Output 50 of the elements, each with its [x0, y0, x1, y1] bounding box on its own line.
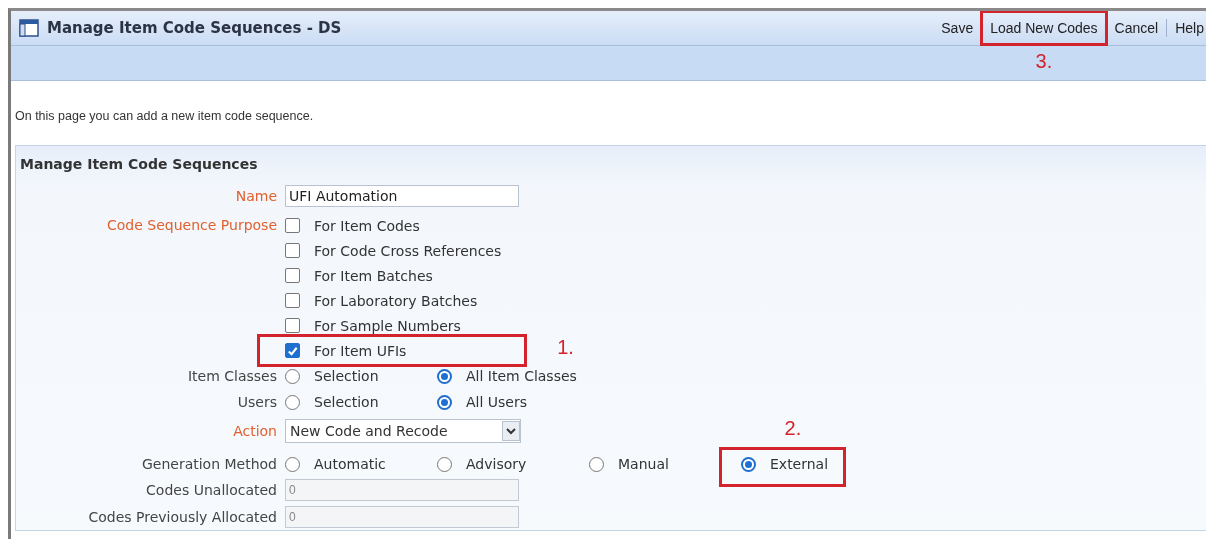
- field-label: Item Classes: [186, 367, 278, 386]
- radio-label: Selection: [314, 368, 379, 384]
- checkbox-label: For Laboratory Batches: [314, 292, 478, 309]
- field-label: Code Sequence Purpose: [106, 216, 278, 235]
- checkbox[interactable]: [285, 243, 300, 258]
- radio-label: Advisory: [466, 456, 527, 472]
- field-label: Generation Method: [140, 455, 278, 474]
- callout-number: 3.: [1035, 50, 1053, 73]
- intro-text: On this page you can add a new item code sequence.: [15, 109, 315, 125]
- radio-button[interactable]: [285, 456, 300, 472]
- checkbox-label: For Item Codes: [314, 217, 420, 234]
- toolbar-link[interactable]: Help: [1167, 18, 1206, 38]
- name-field[interactable]: UFI Automation: [285, 185, 519, 207]
- radio-button[interactable]: [437, 456, 452, 472]
- checkbox[interactable]: [285, 318, 300, 333]
- field-label: Users: [236, 393, 278, 412]
- checkbox[interactable]: [285, 218, 300, 233]
- caret-icon: [502, 421, 520, 441]
- checkbox-label: For Code Cross References: [314, 242, 502, 259]
- radio-button[interactable]: [285, 394, 300, 410]
- radio-button[interactable]: [285, 368, 300, 384]
- checkbox-label: For Item Batches: [314, 267, 433, 284]
- section-title: Manage Item Code Sequences: [20, 156, 259, 172]
- radio-button[interactable]: [589, 456, 604, 472]
- toolbar-link[interactable]: Save: [933, 18, 982, 38]
- checkbox-label: For Item UFIs: [314, 342, 407, 359]
- window-icon: [19, 19, 39, 37]
- field-label: Codes Previously Allocated: [87, 508, 278, 527]
- callout-number: 1.: [557, 336, 574, 359]
- radio-label: External: [770, 456, 829, 472]
- field-label: Codes Unallocated: [145, 481, 278, 500]
- callout-number: 2.: [784, 417, 802, 440]
- field-label: Action: [232, 422, 278, 441]
- radio-label: Automatic: [314, 456, 386, 472]
- checkbox[interactable]: [285, 268, 300, 283]
- checkbox-label: For Sample Numbers: [314, 317, 461, 334]
- window-title: Manage Item Code Sequences - DS: [47, 19, 342, 37]
- toolbar-link[interactable]: Cancel: [1106, 18, 1167, 38]
- radio-label: Manual: [618, 456, 669, 472]
- checkbox[interactable]: [285, 293, 300, 308]
- action-dropdown[interactable]: New Code and Recode: [285, 419, 521, 443]
- checkbox[interactable]: [285, 343, 300, 358]
- field-label: Name: [234, 187, 278, 206]
- radio-label: All Item Classes: [466, 368, 577, 384]
- radio-button[interactable]: [437, 368, 452, 384]
- toolbar-link[interactable]: Load New Codes: [982, 18, 1106, 38]
- radio-button[interactable]: [741, 456, 756, 472]
- radio-label: Selection: [314, 394, 379, 410]
- radio-button[interactable]: [437, 394, 452, 410]
- radio-label: All Users: [466, 394, 527, 410]
